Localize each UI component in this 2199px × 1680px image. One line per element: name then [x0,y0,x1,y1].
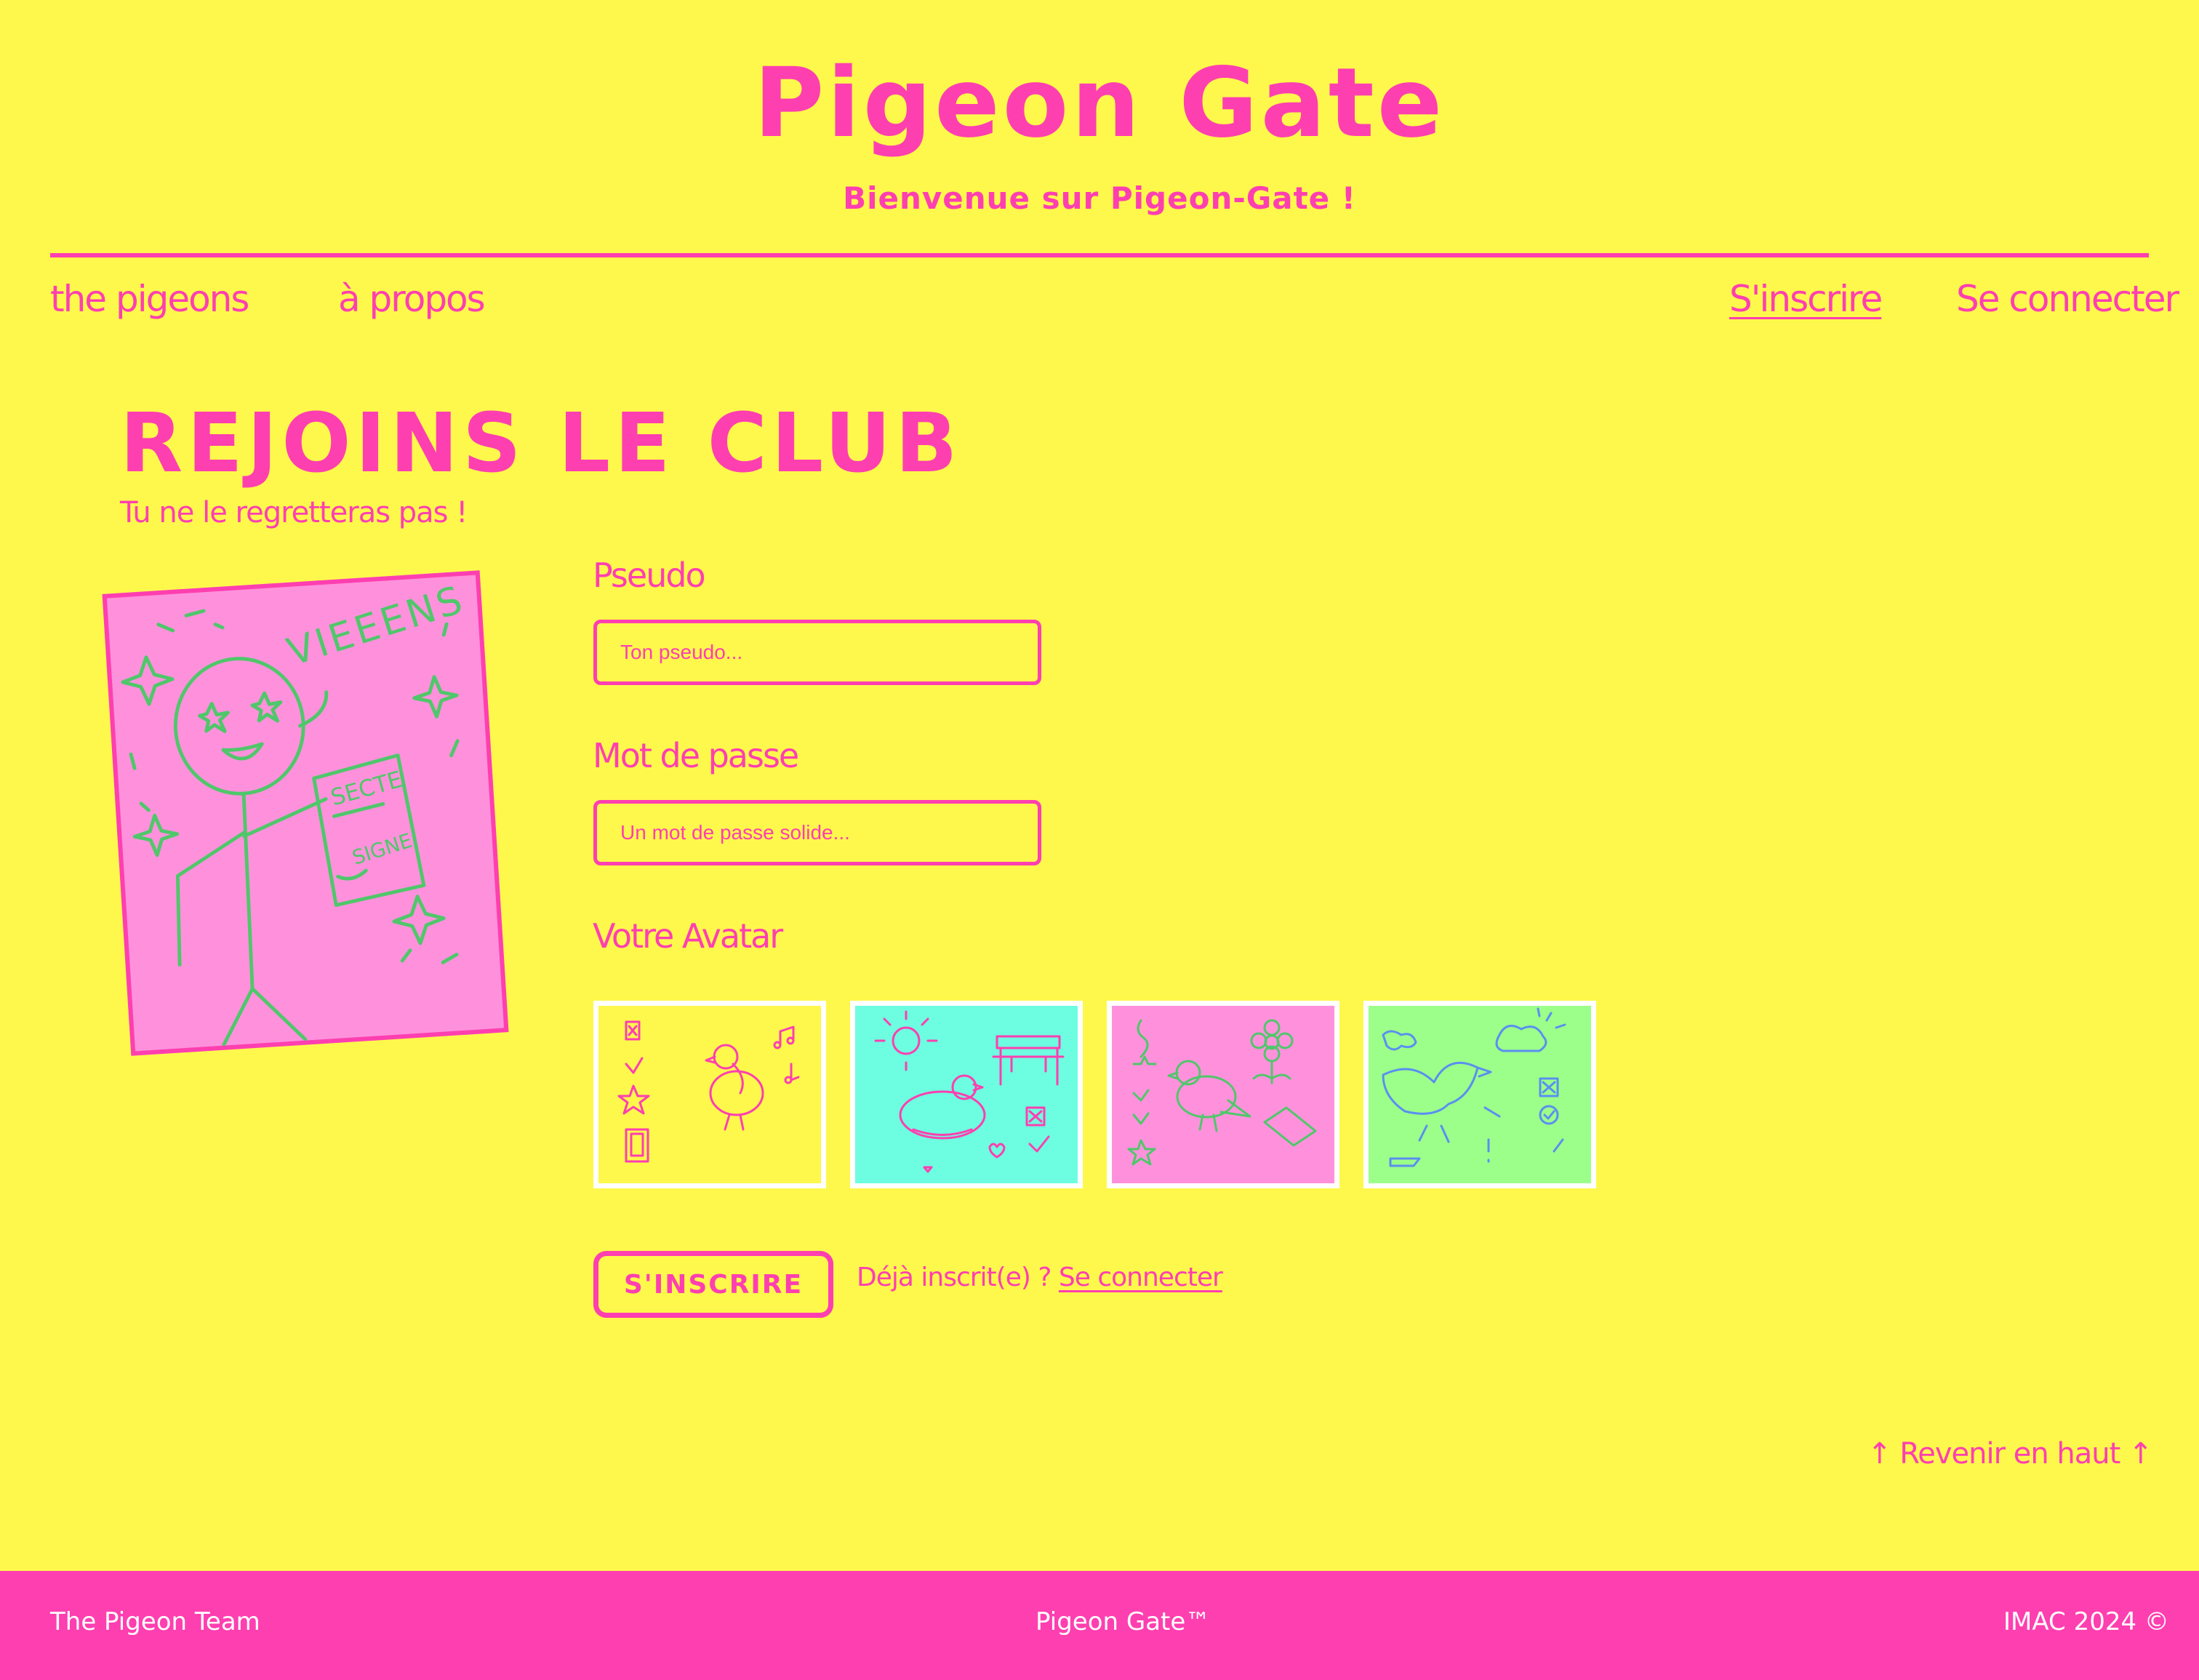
nav-link-sinscrire[interactable]: S'inscrire [1729,273,1883,324]
pseudo-label: Pseudo [593,556,706,595]
illustration-text-signe: SIGNE [350,830,415,870]
avatar-option-4[interactable] [1363,1001,1596,1188]
page-subheading: Tu ne le regretteras pas ! [120,496,468,529]
avatar-option-2[interactable] [850,1001,1083,1188]
page: Pigeon Gate Bienvenue sur Pigeon-Gate ! … [0,0,2199,1680]
password-label: Mot de passe [593,736,799,775]
password-input[interactable] [593,800,1041,865]
illustration-text-vieeens: VIEEENS [282,577,470,675]
nav-link-the-pigeons[interactable]: the pigeons [50,273,249,324]
avatar-option-1[interactable] [593,1001,826,1188]
login-link[interactable]: Se connecter [1059,1263,1223,1292]
nav-link-a-propos[interactable]: à propos [338,273,486,324]
pseudo-input[interactable] [593,620,1041,685]
nav-link-se-connecter[interactable]: Se connecter [1956,273,2179,324]
signup-submit-button[interactable]: S'INSCRIRE [593,1251,833,1318]
site-subtitle: Bienvenue sur Pigeon-Gate ! [843,180,1356,216]
join-club-illustration: SECTE SIGNE VIEEENS [102,570,509,1056]
back-to-top-link[interactable]: ↑ Revenir en haut ↑ [1867,1437,2153,1471]
page-heading: REJOINS LE CLUB [120,396,962,491]
footer-copyright: IMAC 2024 © [2003,1607,2169,1636]
site-title: Pigeon Gate [753,47,1446,159]
header-divider [50,253,2149,257]
avatar-label: Votre Avatar [593,916,783,956]
footer-team: The Pigeon Team [50,1607,260,1636]
footer: The Pigeon Team Pigeon Gate™ IMAC 2024 © [0,1571,2199,1680]
already-registered-label: Déjà inscrit(e) ? [857,1263,1052,1292]
already-registered-text: Déjà inscrit(e) ? Se connecter [857,1263,1223,1292]
footer-brand: Pigeon Gate™ [1036,1607,1211,1636]
avatar-option-3[interactable] [1107,1001,1339,1188]
